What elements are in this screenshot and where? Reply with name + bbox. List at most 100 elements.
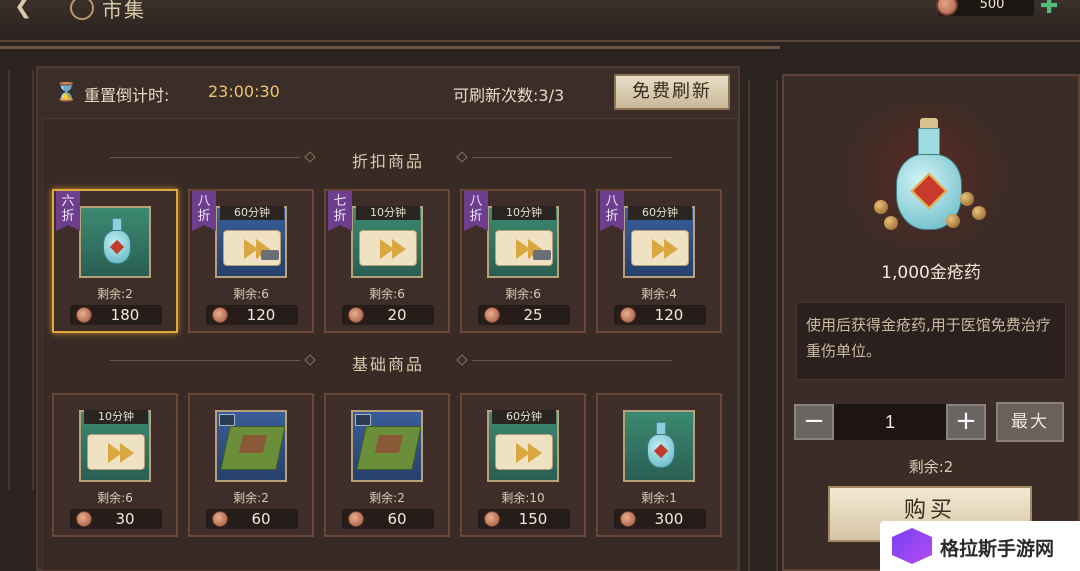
item-price: 120 — [654, 306, 684, 324]
discount-item-card[interactable]: 10分钟 七折 剩余:6 20 — [324, 189, 450, 333]
section-divider — [472, 360, 672, 361]
item-stock: 剩余:6 — [97, 491, 133, 505]
copper-coin-icon — [484, 307, 500, 323]
speedup-scroll-icon — [631, 230, 689, 266]
divider-ornament — [748, 80, 778, 571]
item-stock: 剩余:4 — [641, 287, 677, 301]
item-price: 60 — [387, 510, 407, 528]
resource-badge-icon — [219, 414, 235, 426]
speedup-scroll-icon — [495, 434, 553, 470]
top-bar — [0, 0, 1080, 42]
reset-timer-label: 重置倒计时: — [84, 86, 170, 105]
item-stock: 剩余:2 — [233, 491, 269, 505]
discount-badge: 六折 — [56, 191, 80, 231]
item-stock: 剩余:6 — [369, 287, 405, 301]
copper-coin-icon — [348, 511, 364, 527]
item-price: 60 — [251, 510, 271, 528]
speedup-duration: 10分钟 — [356, 206, 420, 220]
free-refresh-button[interactable]: 免费刷新 — [614, 74, 730, 110]
speedup-duration: 10分钟 — [492, 206, 556, 220]
speedup-scroll-icon — [223, 230, 281, 266]
discount-item-card[interactable]: 10分钟 八折 剩余:6 25 — [460, 189, 586, 333]
pill-icon — [884, 216, 898, 230]
section-divider — [110, 360, 300, 361]
item-thumbnail — [215, 410, 287, 482]
reset-timer-value: 23:00:30 — [208, 82, 280, 101]
basic-item-card[interactable]: 剩余:2 60 — [324, 393, 450, 537]
pill-icon — [874, 200, 888, 214]
left-ornament — [8, 70, 34, 490]
copper-coin-icon — [620, 307, 636, 323]
item-price: 120 — [246, 306, 276, 324]
page-title: 市集 — [102, 0, 146, 22]
copper-coin-icon — [484, 511, 500, 527]
copper-coin-icon — [620, 511, 636, 527]
item-stock: 剩余:10 — [501, 491, 545, 505]
item-stock: 剩余:2 — [369, 491, 405, 505]
discount-badge: 八折 — [600, 191, 624, 231]
discount-badge: 八折 — [464, 191, 488, 231]
pill-icon — [972, 206, 986, 220]
hourglass-icon: ⌛ — [55, 82, 78, 103]
basic-item-card[interactable]: 剩余:2 60 — [188, 393, 314, 537]
discount-item-card[interactable]: 60分钟 八折 剩余:6 120 — [188, 189, 314, 333]
basic-item-card[interactable]: 10分钟 剩余:6 30 — [52, 393, 178, 537]
pill-icon — [960, 192, 974, 206]
item-price: 20 — [387, 306, 407, 324]
discount-section-title: 折扣商品 — [351, 152, 424, 171]
discount-item-card[interactable]: 60分钟 八折 剩余:4 120 — [596, 189, 722, 333]
farm-tile-icon — [356, 426, 421, 470]
basic-item-card[interactable]: 剩余:1 300 — [596, 393, 722, 537]
speedup-duration: 60分钟 — [628, 206, 692, 220]
copper-coin-icon — [76, 511, 92, 527]
land-tile-icon — [220, 426, 285, 470]
item-price: 30 — [115, 510, 135, 528]
copper-coin-icon — [348, 307, 364, 323]
discount-item-card[interactable]: 六折 剩余:2 180 — [52, 189, 178, 333]
speedup-duration: 60分钟 — [220, 206, 284, 220]
copper-coin-icon — [212, 307, 228, 323]
medicine-bottle-icon — [103, 218, 131, 264]
decrease-quantity-button[interactable]: − — [794, 404, 834, 440]
copper-coin-icon — [76, 307, 92, 323]
currency-amount: 500 — [979, 0, 1005, 12]
speedup-scroll-icon — [87, 434, 145, 470]
item-price: 150 — [518, 510, 548, 528]
basic-section-title: 基础商品 — [351, 355, 424, 374]
speedup-scroll-icon — [495, 230, 553, 266]
copper-coin-icon — [212, 511, 228, 527]
item-stock: 剩余:6 — [233, 287, 269, 301]
item-stock: 剩余:1 — [641, 491, 677, 505]
speedup-scroll-icon — [359, 230, 417, 266]
detail-stock: 剩余:2 — [908, 458, 954, 476]
quantity-input[interactable] — [834, 404, 946, 440]
back-arrow-icon[interactable]: ❮ — [14, 0, 32, 19]
medicine-bottle-icon — [647, 422, 675, 468]
speedup-duration: 60分钟 — [492, 410, 556, 424]
item-stock: 剩余:6 — [505, 287, 541, 301]
detail-item-name: 1,000金疮药 — [881, 263, 981, 283]
refresh-count-label: 可刷新次数:3/3 — [453, 86, 565, 105]
item-thumbnail — [351, 410, 423, 482]
detail-description: 使用后获得金疮药,用于医馆免费治疗重伤单位。 — [806, 316, 1051, 360]
item-price: 300 — [654, 510, 684, 528]
max-quantity-button[interactable]: 最大 — [996, 402, 1064, 442]
item-stock: 剩余:2 — [97, 287, 133, 301]
wheat-badge-icon — [355, 414, 371, 426]
watermark-text: 格拉斯手游网 — [940, 538, 1055, 560]
item-thumbnail — [79, 206, 151, 278]
speedup-duration: 10分钟 — [84, 410, 148, 424]
hammer-icon — [261, 250, 279, 260]
section-divider — [472, 157, 672, 158]
item-price: 25 — [523, 306, 543, 324]
hammer-icon — [533, 250, 551, 260]
pill-icon — [946, 214, 960, 228]
discount-badge: 七折 — [328, 191, 352, 231]
discount-badge: 八折 — [192, 191, 216, 231]
increase-quantity-button[interactable]: + — [946, 404, 986, 440]
item-thumbnail — [623, 410, 695, 482]
add-currency-icon[interactable]: ✚ — [1040, 0, 1070, 20]
section-divider — [110, 157, 300, 158]
item-price: 180 — [110, 306, 140, 324]
basic-item-card[interactable]: 60分钟 剩余:10 150 — [460, 393, 586, 537]
